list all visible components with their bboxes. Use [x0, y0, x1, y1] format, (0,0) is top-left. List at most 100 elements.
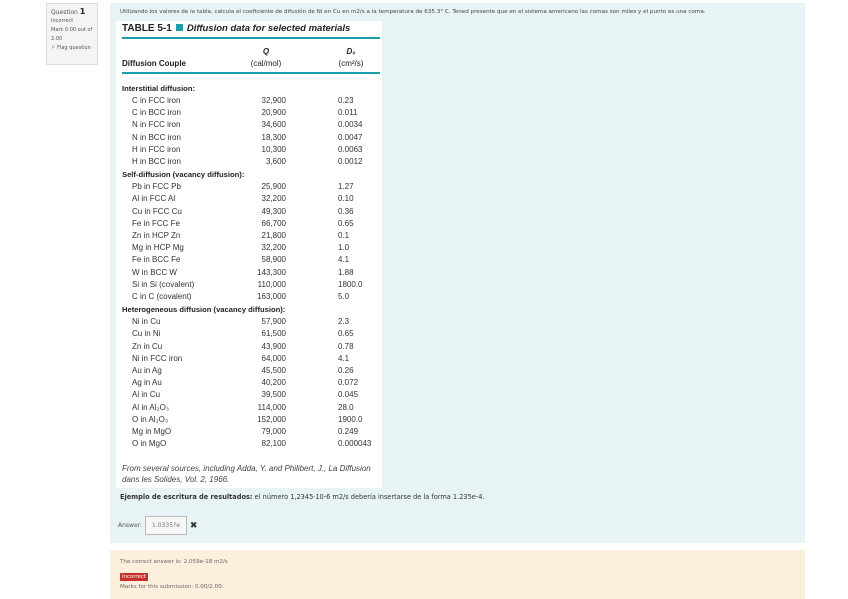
cell-d0: 1.88 [338, 267, 354, 277]
table-row: Zn in HCP Zn 21,800 0.1 [116, 231, 382, 243]
cell-q: 45,500 [261, 366, 286, 375]
cell-q: 18,300 [261, 132, 286, 142]
cell-couple: N in BCC iron [132, 132, 181, 142]
cell-d0: 1900.0 [338, 414, 363, 424]
cell-couple: H in BCC iron [132, 157, 181, 166]
table-row: Si in Si (covalent) 110,000 1800.0 [116, 280, 382, 292]
cell-q: 25,900 [261, 182, 286, 192]
correct-answer: The correct answer is: 2.059e-18 m2/s [120, 559, 228, 565]
cell-q: 49,300 [261, 206, 286, 216]
marks-text: Marks for this submission: 0.00/2.00. [120, 584, 224, 590]
cell-q: 152,000 [257, 414, 286, 424]
table-row: W in BCC W 143,300 1.88 [116, 268, 382, 280]
col-q-unit: (cal/mol) [250, 59, 282, 68]
answer-input[interactable]: 1.0335?e [145, 516, 187, 535]
cell-d0: 1.27 [338, 182, 354, 192]
cell-d0: 0.011 [338, 108, 358, 118]
cell-q: 64,000 [261, 353, 286, 363]
cell-couple: H in FCC iron [132, 144, 181, 154]
flag-question-link[interactable]: ⚐ Flag question [51, 44, 93, 53]
section-heading: Self-diffusion (vacancy diffusion): [122, 170, 245, 180]
table-row: H in FCC iron 10,300 0.0063 [116, 145, 382, 157]
answer-row: Answer: 1.0335?e ✖ [118, 516, 197, 535]
example-text: Ejemplo de escritura de resultados: el n… [120, 493, 485, 501]
cell-q: 21,800 [261, 231, 286, 240]
cell-d0: 0.26 [338, 366, 354, 375]
cell-q: 43,900 [261, 341, 286, 351]
table-row: C in FCC iron 32,900 0.23 [116, 96, 382, 108]
cell-d0: 0.045 [338, 390, 359, 400]
flag-label: Flag question [57, 45, 91, 51]
square-icon [175, 24, 183, 31]
cell-d0: 0.0034 [338, 120, 363, 130]
cell-couple: Cu in FCC Cu [132, 206, 182, 216]
cell-d0: 0.249 [338, 427, 359, 436]
cell-q: 143,300 [257, 267, 286, 277]
feedback-box: The correct answer is: 2.059e-18 m2/s In… [110, 550, 805, 599]
cell-d0: 1.0 [338, 243, 350, 253]
cell-couple: Al in FCC Al [132, 194, 176, 204]
cell-couple: C in FCC iron [132, 96, 181, 105]
table-row: O in MgO 82,100 0.000043 [116, 439, 382, 451]
cell-couple: Fe in BCC Fe [132, 255, 181, 265]
cell-d0: 4.1 [338, 353, 350, 363]
cell-couple: Al in Cu [132, 390, 161, 400]
table-row: N in FCC iron 34,600 0.0034 [116, 120, 382, 132]
cell-d0: 0.0063 [338, 144, 363, 154]
cell-couple: C in BCC iron [132, 108, 181, 118]
table-row: Au in Ag 45,500 0.26 [116, 366, 382, 378]
table-row: Mg in MgO 79,000 0.249 [116, 427, 382, 439]
cell-d0: 0.1 [338, 231, 350, 240]
cell-couple: Zn in Cu [132, 341, 163, 351]
cell-couple: Mg in MgO [132, 427, 172, 436]
example-label: Ejemplo de escritura de resultados: [120, 493, 253, 501]
table-row: Al in FCC Al 32,200 0.10 [116, 194, 382, 206]
col-d-unit: (cm²/s) [338, 59, 364, 68]
table-number: TABLE 5-1 [122, 23, 172, 34]
divider [122, 72, 380, 74]
incorrect-icon: ✖ [189, 520, 198, 531]
cell-couple: C in C (covalent) [132, 292, 192, 301]
cell-q: 163,000 [257, 292, 286, 301]
cell-couple: O in MgO [132, 439, 167, 449]
table-row: Al in Cu 39,500 0.045 [116, 390, 382, 402]
cell-q: 57,900 [261, 317, 286, 327]
cell-d0: 0.36 [338, 206, 354, 216]
col-q: Q [262, 47, 270, 56]
cell-couple: Zn in HCP Zn [132, 231, 181, 240]
question-text: Utilizando los valores de la tabla, calc… [120, 9, 706, 15]
cell-q: 114,000 [257, 402, 286, 412]
cell-q: 40,200 [261, 378, 286, 388]
question-mark: Mark 0.00 out of [51, 27, 93, 33]
cell-couple: W in BCC W [132, 267, 177, 277]
cell-d0: 28.0 [338, 402, 354, 412]
question-label: Question [51, 9, 78, 16]
col-couple: Diffusion Couple [122, 59, 186, 68]
cell-couple: Ag in Au [132, 378, 162, 388]
cell-q: 20,900 [261, 108, 286, 118]
cell-d0: 0.072 [338, 378, 359, 388]
cell-couple: N in FCC iron [132, 120, 181, 130]
table-row: Pb in FCC Pb 25,900 1.27 [116, 182, 382, 194]
table-row: O in Al₂O₃ 152,000 1900.0 [116, 415, 382, 427]
table-caption: Diffusion data for selected materials [186, 23, 351, 34]
cell-couple: Si in Si (covalent) [132, 279, 195, 289]
cell-couple: Cu in Ni [132, 329, 161, 339]
table-row: Mg in HCP Mg 32,200 1.0 [116, 243, 382, 255]
cell-couple: Fe in FCC Fe [132, 218, 181, 228]
cell-couple: Au in Ag [132, 366, 162, 375]
table-source: From several sources, including Adda, Y.… [122, 464, 371, 484]
cell-q: 32,200 [261, 243, 286, 253]
example-body: el número 1,2345·10-6 m2/s debería inser… [252, 493, 485, 501]
cell-d0: 0.65 [338, 218, 354, 228]
question-content: Utilizando los valores de la tabla, calc… [110, 3, 805, 543]
diffusion-table: TABLE 5-1 Diffusion data for selected mat… [116, 21, 382, 488]
table-row: Fe in FCC Fe 66,700 0.65 [116, 219, 382, 231]
cell-couple: Ni in Cu [132, 317, 161, 327]
cell-q: 39,500 [261, 390, 286, 400]
cell-d0: 0.78 [338, 341, 354, 351]
cell-couple: Mg in HCP Mg [132, 243, 184, 253]
table-row: Ni in FCC iron 64,000 4.1 [116, 354, 382, 366]
cell-q: 32,200 [261, 194, 286, 204]
table-row: H in BCC iron 3,600 0.0012 [116, 157, 382, 169]
